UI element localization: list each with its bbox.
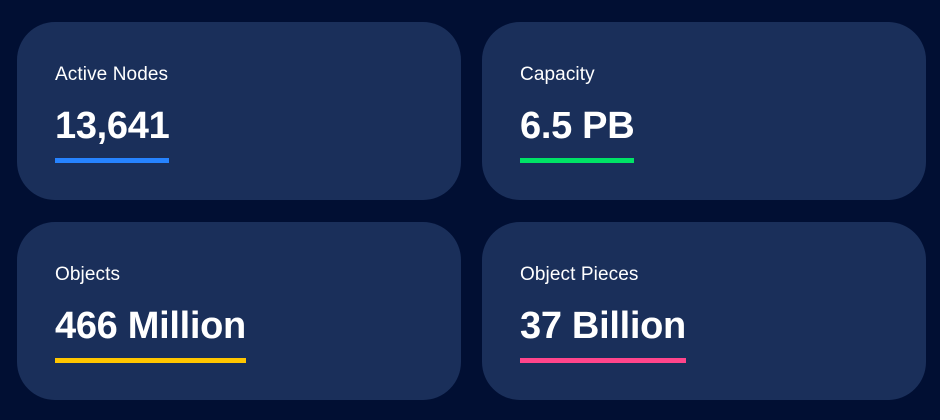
stat-label: Capacity (520, 64, 595, 85)
stat-card-objects: Objects 466 Million (17, 222, 461, 400)
stat-value: 37 Billion (520, 305, 686, 347)
stat-label: Objects (55, 264, 121, 285)
stats-grid: Active Nodes 13,641 Capacity 6.5 PB Obje… (0, 0, 940, 420)
stat-accent-bar (55, 158, 170, 163)
stat-value-group: 37 Billion (520, 302, 686, 363)
stat-card-active-nodes: Active Nodes 13,641 (17, 22, 461, 200)
stat-accent-bar (55, 358, 246, 363)
stat-value: 466 Million (55, 305, 246, 347)
stat-value: 13,641 (55, 105, 170, 147)
stat-card-object-pieces: Object Pieces 37 Billion (482, 222, 926, 400)
stat-value-group: 466 Million (55, 302, 246, 363)
stat-value-group: 6.5 PB (520, 102, 635, 163)
stat-card-capacity: Capacity 6.5 PB (482, 22, 926, 200)
stat-label: Active Nodes (55, 64, 169, 85)
stat-label: Object Pieces (520, 264, 639, 285)
stat-value: 6.5 PB (520, 105, 635, 147)
stat-value-group: 13,641 (55, 102, 170, 163)
stat-accent-bar (520, 158, 635, 163)
stat-accent-bar (520, 358, 686, 363)
